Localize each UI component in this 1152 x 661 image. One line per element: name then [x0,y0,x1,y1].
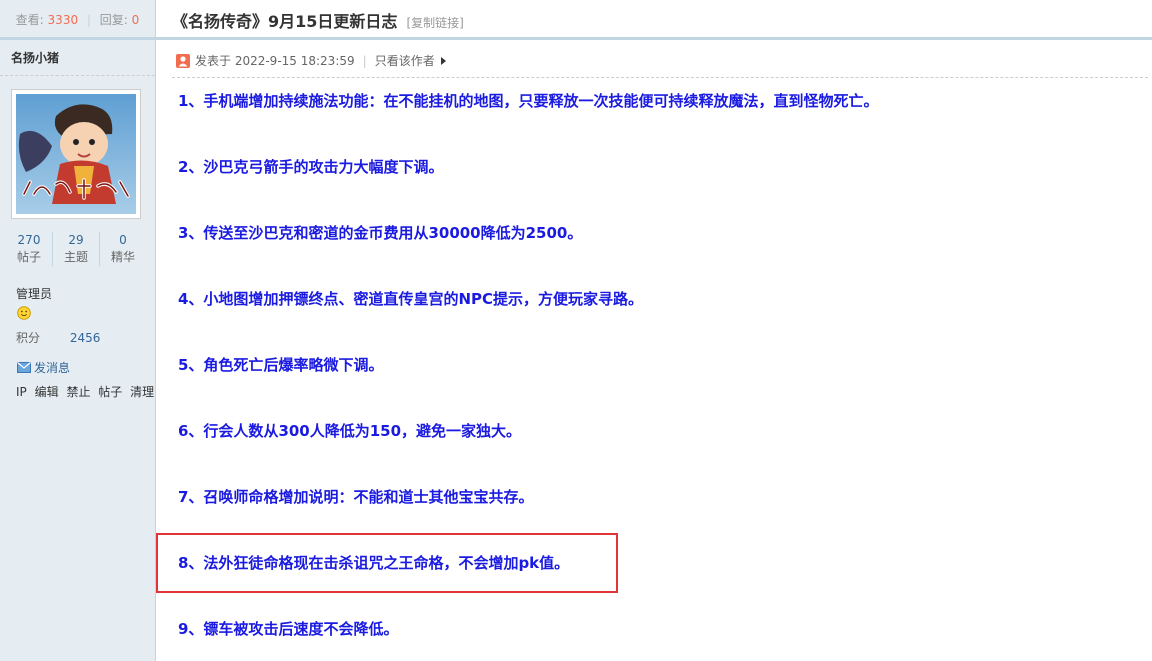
count-threads[interactable]: 29 主题 [53,232,100,266]
admin-link-ban[interactable]: 禁止 [66,385,90,399]
update-item-6: 6、行会人数从300人降低为150，避免一家独大。 [178,422,522,440]
admin-link-ip[interactable]: IP [16,385,27,399]
count-posts[interactable]: 270 帖子 [6,232,53,266]
count-value: 29 [68,233,84,247]
thread-stats: 查看: 3330 | 回复: 0 [0,0,155,40]
author-counts: 270 帖子 29 主题 0 精华 [6,232,146,266]
update-item-7: 7、召唤师命格增加说明：不能和道士其他宝宝共存。 [178,488,534,506]
meta-divider [172,77,1148,78]
forum-post-page: 查看: 3330 | 回复: 0 名扬小猪 270 帖子 29 主题 0 精华 … [0,0,1152,661]
update-item-4: 4、小地图增加押镖终点、密道直传皇宫的NPC提示，方便玩家寻路。 [178,290,643,308]
replies-label: 回复: [99,13,128,27]
count-value: 270 [17,233,41,247]
caret-right-icon [440,56,446,65]
post-time: 发表于 2022-9-15 18:23:59 [195,54,355,68]
update-item-3: 3、传送至沙巴克和密道的金币费用从30000降低为2500。 [178,224,583,242]
copy-link-button[interactable]: [复制链接] [407,16,464,30]
user-score: 积分 2456 [16,329,100,346]
user-post-icon [176,53,190,68]
update-item-1: 1、手机端增加持续施法功能：在不能挂机的地图，只要释放一次技能便可持续释放魔法，… [178,92,879,110]
update-item-2: 2、沙巴克弓箭手的攻击力大幅度下调。 [178,158,444,176]
replies-count: 0 [131,13,140,27]
admin-link-clean[interactable]: 清理 [130,385,154,399]
user-role[interactable]: 管理员 [16,285,52,302]
post-content: 《名扬传奇》9月15日更新日志 [复制链接] 发表于 2022-9-15 18:… [156,0,1152,661]
stats-separator: | [86,13,91,27]
count-label: 帖子 [16,250,41,264]
count-label: 主题 [63,250,88,264]
count-value: 0 [119,233,127,247]
post-title-bar: 《名扬传奇》9月15日更新日志 [复制链接] [156,0,1152,40]
highlight-box [156,533,618,593]
views-count: 3330 [47,13,79,27]
author-sidebar: 查看: 3330 | 回复: 0 名扬小猪 270 帖子 29 主题 0 精华 … [0,0,156,661]
update-item-9: 9、镖车被攻击后速度不会降低。 [178,620,399,638]
smiley-icon [17,306,31,320]
meta-separator: | [362,53,367,68]
envelope-icon [17,362,31,373]
avatar-image [16,94,136,214]
count-label: 精华 [110,250,135,264]
author-name[interactable]: 名扬小猪 [0,40,155,76]
post-title: 《名扬传奇》9月15日更新日志 [172,12,398,31]
avatar[interactable] [11,89,141,219]
only-author-link[interactable]: 只看该作者 [375,52,435,69]
update-item-5: 5、角色死亡后爆率略微下调。 [178,356,384,374]
admin-links: IP 编辑 禁止 帖子 清理 [16,383,158,400]
admin-link-edit[interactable]: 编辑 [35,385,59,399]
count-digests[interactable]: 0 精华 [100,232,146,266]
views-label: 查看: [15,13,44,27]
score-label: 积分 [16,331,41,345]
send-message-link[interactable]: 发消息 [17,359,70,376]
post-meta: 发表于 2022-9-15 18:23:59 | 只看该作者 [176,52,446,69]
admin-link-posts[interactable]: 帖子 [98,385,122,399]
score-value: 2456 [69,331,101,345]
send-message-label: 发消息 [34,361,71,375]
